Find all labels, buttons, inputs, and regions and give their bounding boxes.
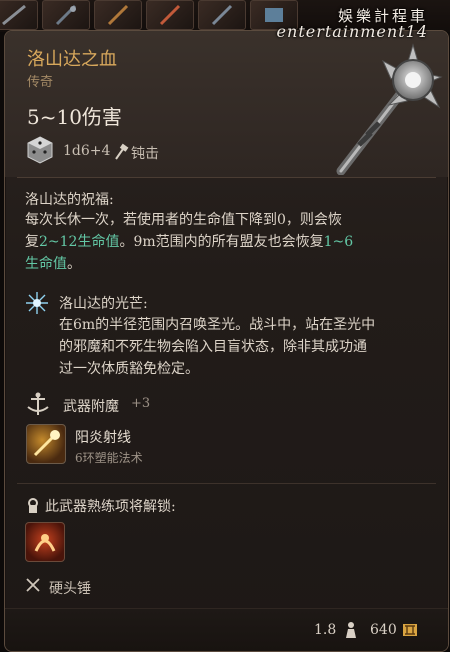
damage-type: 钝击 xyxy=(131,146,159,162)
gold-coin-icon xyxy=(403,624,417,636)
weapon-icon xyxy=(55,4,77,26)
radiance-icon xyxy=(26,292,48,314)
radiance-line: 过一次体质豁免检定。 xyxy=(59,361,199,377)
spell-icon[interactable] xyxy=(26,424,66,464)
bludgeon-icon xyxy=(115,143,129,160)
radiance-title: 洛山达的光芒: xyxy=(59,296,148,312)
blessing-title: 洛山达的祝福: xyxy=(25,192,114,208)
item-name: 洛山达之血 xyxy=(27,49,117,70)
tooltip-footer: 1.8 640 xyxy=(5,608,448,651)
enchant-icon xyxy=(27,392,49,415)
spell-name: 阳炎射线 xyxy=(75,430,131,446)
spell-level: 6环塑能法术 xyxy=(75,451,143,465)
enchant-value: +3 xyxy=(131,396,151,411)
damage-range: 5~10伤害 xyxy=(27,105,122,129)
blessing-line: 每次长休一次，若使用者的生命值下降到0，则会恢 xyxy=(25,212,342,228)
proficiency-label: 硬头锤 xyxy=(49,581,91,597)
dice-icon xyxy=(27,136,53,164)
unlock-icon xyxy=(28,498,38,513)
radiance-line: 的邪魔和不死生物会陷入目盲状态，除非其成功通 xyxy=(59,339,367,355)
item-weight: 1.8 xyxy=(314,622,337,638)
proficiency-action-icon[interactable] xyxy=(25,522,65,562)
hotbar-slot[interactable] xyxy=(146,0,194,30)
divider xyxy=(17,483,436,484)
hotbar-slot[interactable] xyxy=(0,0,38,30)
enchant-label: 武器附魔 xyxy=(63,399,119,415)
weapon-icon xyxy=(159,4,181,26)
blessing-line: 复2~12生命值。9m范围内的所有盟友也会恢复1~6 xyxy=(25,234,354,250)
damage-dice: 1d6+4 xyxy=(63,143,111,159)
weapon-icon xyxy=(211,4,233,26)
watermark-handle: entertainment14 xyxy=(276,22,428,41)
item-tooltip: 洛山达之血 传奇 5~10伤害 1d6+4 钝击 洛山达的祝福: 每次长休一次，… xyxy=(4,30,449,652)
blessing-line: 生命值。 xyxy=(25,256,81,272)
hotbar-slot[interactable] xyxy=(42,0,90,30)
radiance-description: 在6m的半径范围内召唤圣光。战斗中，站在圣光中 的邪魔和不死生物会陷入目盲状态，… xyxy=(59,314,375,380)
divider xyxy=(17,177,436,178)
mace-weapon-art xyxy=(336,43,443,175)
hotbar-slot[interactable] xyxy=(198,0,246,30)
radiance-line: 在6m的半径范围内召唤圣光。战斗中，站在圣光中 xyxy=(59,317,376,333)
item-price: 640 xyxy=(370,622,397,638)
crossed-weapons-icon xyxy=(26,578,40,592)
blessing-description: 每次长休一次，若使用者的生命值下降到0，则会恢 复2~12生命值。9m范围内的所… xyxy=(25,209,353,275)
item-rarity: 传奇 xyxy=(27,75,54,90)
weight-icon xyxy=(346,622,356,638)
unlock-label: 此武器熟练项将解锁: xyxy=(45,499,176,515)
hotbar-slot[interactable] xyxy=(94,0,142,30)
weapon-icon xyxy=(107,4,129,26)
weapon-icon xyxy=(2,4,26,26)
